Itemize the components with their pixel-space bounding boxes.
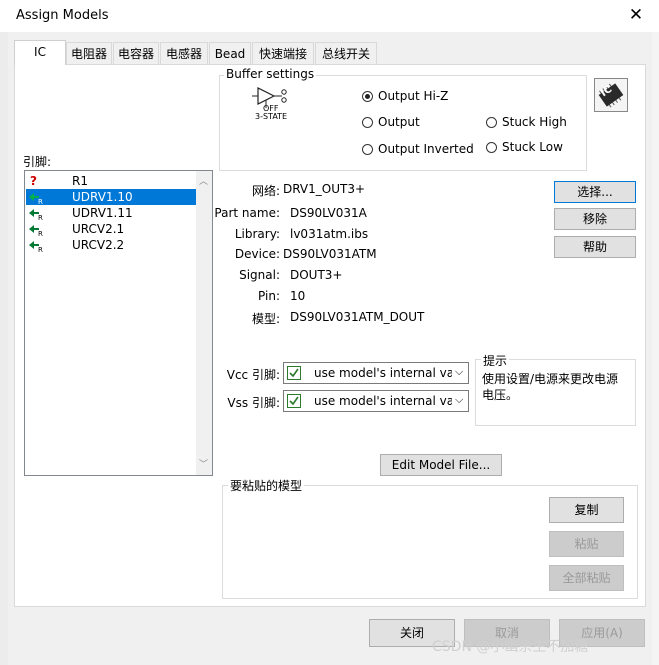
tab-bus-switch[interactable]: 总线开关 bbox=[315, 42, 377, 64]
radio-stuck-low-label[interactable]: Stuck Low bbox=[502, 140, 563, 154]
watermark-text: CSDN @小幽余生不加糖 bbox=[432, 639, 589, 655]
paste-models-title: 要粘贴的模型 bbox=[228, 477, 305, 494]
copy-button[interactable]: 复制 bbox=[549, 497, 624, 523]
vss-select-value: use model's internal va bbox=[314, 394, 452, 408]
signal-label: Signal: bbox=[239, 268, 280, 282]
tab-label: 电感器 bbox=[165, 47, 202, 61]
net-value: DRV1_OUT3+ bbox=[283, 182, 366, 196]
model-label: 模型: bbox=[251, 312, 280, 326]
ic-chip-icon: IC bbox=[594, 78, 628, 112]
radio-output-label[interactable]: Output bbox=[378, 115, 420, 129]
tab-label: 快速端接 bbox=[258, 47, 307, 61]
pin-name: URCV2.2 bbox=[72, 238, 125, 252]
paste-button[interactable]: 粘贴 bbox=[549, 531, 624, 557]
pin-label: Pin: bbox=[258, 289, 280, 303]
vcc-select[interactable]: use model's internal va ⌵ bbox=[283, 362, 469, 384]
pin-name: URCV2.1 bbox=[72, 222, 125, 236]
tab-resistor[interactable]: 电阻器 bbox=[66, 42, 112, 64]
radio-output-inverted[interactable] bbox=[362, 144, 373, 155]
edit-model-file-button[interactable]: Edit Model File... bbox=[380, 454, 502, 476]
buffer-settings-title: Buffer settings bbox=[224, 67, 317, 81]
device-label: Device: bbox=[234, 247, 280, 261]
radio-stuck-high-label[interactable]: Stuck High bbox=[502, 115, 567, 129]
hint-text: 使用设置/电源来更改电源电压。 bbox=[482, 372, 619, 402]
scroll-down-icon[interactable]: ﹀ bbox=[199, 457, 208, 470]
chevron-down-icon[interactable]: ⌵ bbox=[455, 393, 463, 407]
driver-pin-icon: R bbox=[29, 209, 43, 220]
driver-pin-icon: R bbox=[29, 193, 43, 204]
device-value: DS90LV031ATM bbox=[283, 247, 377, 261]
window-title: Assign Models bbox=[16, 8, 109, 23]
list-item[interactable]: R UDRV1.11 bbox=[26, 205, 196, 221]
question-icon: ? bbox=[30, 174, 37, 188]
tab-bead[interactable]: Bead bbox=[209, 42, 251, 64]
radio-output-inverted-label[interactable]: Output Inverted bbox=[378, 142, 474, 156]
vss-label: Vss 引脚: bbox=[227, 396, 280, 410]
vss-select[interactable]: use model's internal va ⌵ bbox=[283, 390, 469, 412]
vcc-select-value: use model's internal va bbox=[314, 366, 452, 380]
tab-label: 电容器 bbox=[118, 47, 155, 61]
close-icon[interactable]: ✕ bbox=[623, 4, 649, 26]
svg-text:R: R bbox=[38, 246, 43, 252]
paste-all-button[interactable]: 全部粘贴 bbox=[549, 565, 624, 591]
radio-stuck-low[interactable] bbox=[486, 142, 497, 153]
tab-label: IC bbox=[34, 45, 46, 59]
list-item[interactable]: R URCV2.1 bbox=[26, 221, 196, 237]
svg-text:R: R bbox=[38, 198, 43, 204]
library-value: lv031atm.ibs bbox=[290, 227, 369, 241]
pin-value: 10 bbox=[290, 289, 306, 303]
background-right bbox=[652, 32, 659, 665]
tristate-state-label: 3-STATE bbox=[255, 112, 288, 121]
vcc-label: Vcc 引脚: bbox=[226, 368, 280, 382]
pin-name: UDRV1.11 bbox=[72, 206, 133, 220]
tab-ic[interactable]: IC bbox=[14, 40, 66, 65]
radio-output-hiz[interactable] bbox=[362, 91, 373, 102]
tab-label: Bead bbox=[214, 47, 246, 61]
pins-label: 引脚: bbox=[23, 155, 52, 169]
pin-name: UDRV1.10 bbox=[72, 190, 133, 204]
select-button[interactable]: 选择... bbox=[554, 181, 636, 203]
svg-text:R: R bbox=[38, 230, 43, 236]
radio-stuck-high[interactable] bbox=[486, 117, 497, 128]
radio-output[interactable] bbox=[362, 117, 373, 128]
signal-value: DOUT3+ bbox=[290, 268, 343, 282]
net-label: 网络: bbox=[251, 184, 280, 198]
list-item[interactable]: ? R1 bbox=[26, 173, 196, 189]
radio-output-hiz-label[interactable]: Output Hi-Z bbox=[378, 89, 448, 103]
remove-button[interactable]: 移除 bbox=[554, 208, 636, 230]
svg-text:R: R bbox=[38, 214, 43, 220]
list-item[interactable]: R UDRV1.10 bbox=[26, 189, 196, 205]
part-name-value: DS90LV031A bbox=[290, 206, 367, 220]
help-button[interactable]: 帮助 bbox=[554, 236, 636, 258]
supply-pin-icon bbox=[287, 366, 301, 380]
tab-capacitor[interactable]: 电容器 bbox=[113, 42, 159, 64]
library-label: Library: bbox=[234, 227, 280, 241]
model-value: DS90LV031ATM_DOUT bbox=[290, 310, 425, 324]
chevron-down-icon[interactable]: ⌵ bbox=[455, 365, 463, 379]
tab-label: 电阻器 bbox=[71, 47, 108, 61]
driver-pin-icon: R bbox=[29, 241, 43, 252]
driver-pin-icon: R bbox=[29, 225, 43, 236]
background-left bbox=[0, 32, 8, 665]
list-item[interactable]: R URCV2.2 bbox=[26, 237, 196, 253]
hint-title: 提示 bbox=[481, 352, 510, 369]
tab-quick-terminator[interactable]: 快速端接 bbox=[252, 42, 314, 64]
tab-inductor[interactable]: 电感器 bbox=[160, 42, 208, 64]
supply-pin-icon bbox=[287, 394, 301, 408]
part-name-label: Part name: bbox=[214, 206, 280, 220]
pin-name: R1 bbox=[72, 174, 88, 188]
tab-label: 总线开关 bbox=[321, 47, 370, 61]
